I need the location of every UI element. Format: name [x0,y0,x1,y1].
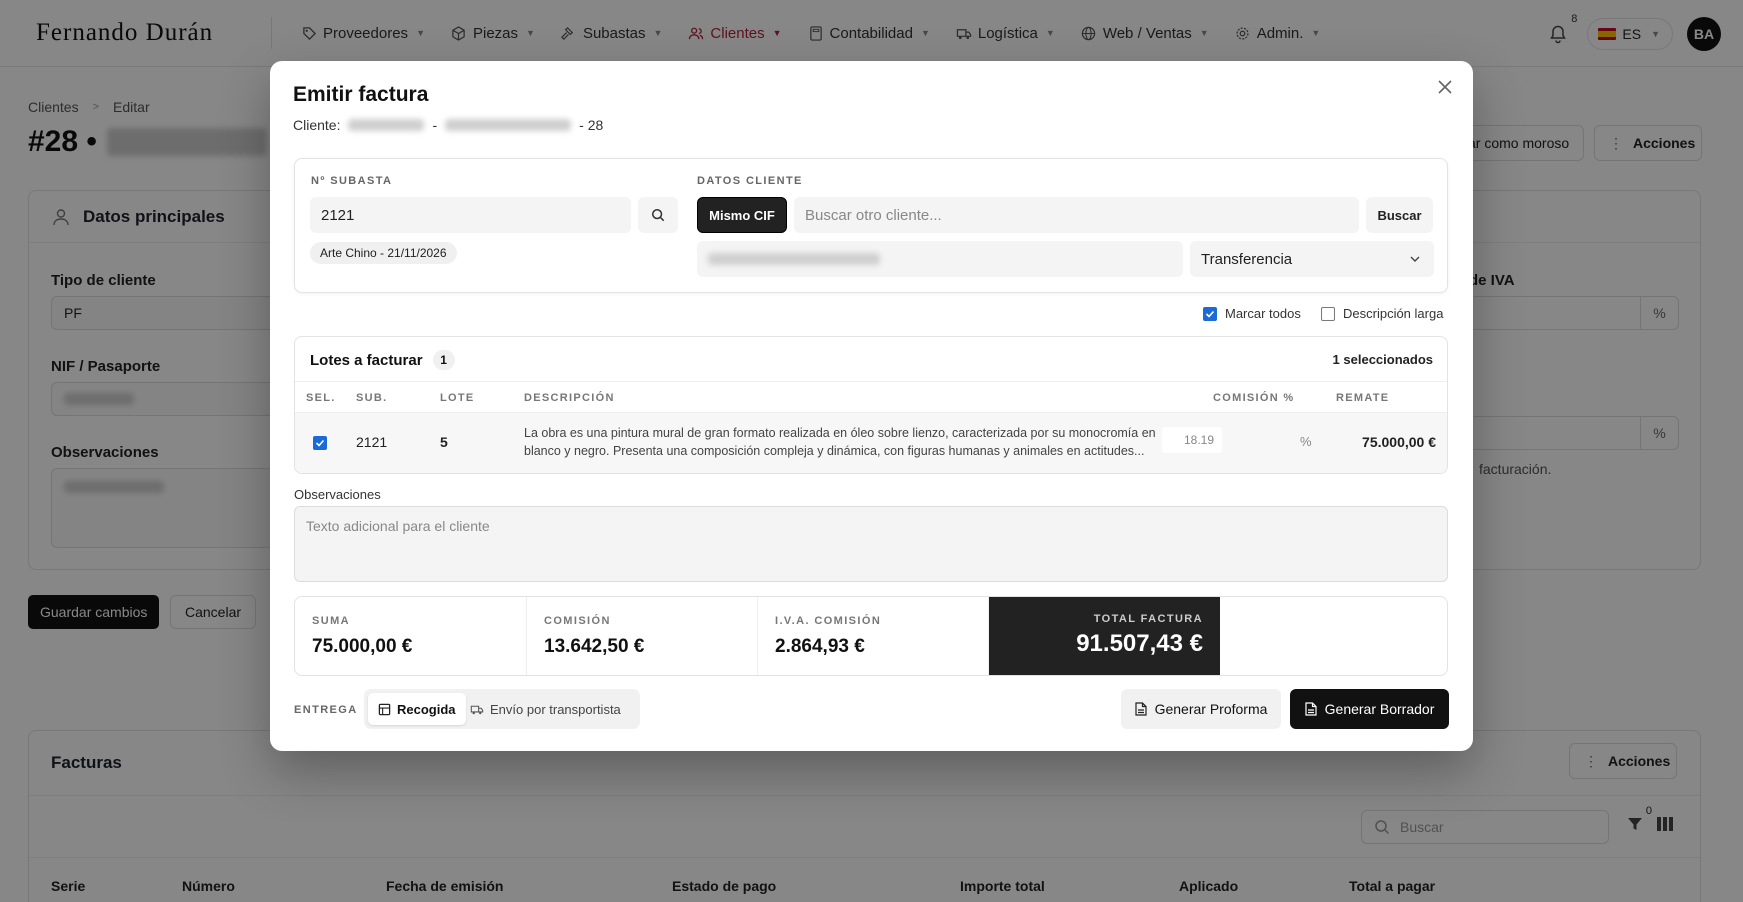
invoice-setup-panel: Nº SUBASTA 2121 Arte Chino - 21/11/2026 … [294,158,1448,293]
cliente-label: DATOS CLIENTE [697,175,803,187]
subasta-label: Nº SUBASTA [311,175,393,187]
table-row[interactable]: 2121 5 La obra es una pintura mural de g… [295,413,1447,473]
col-lote: LOTE [440,392,475,404]
commission-input[interactable]: 18.19 [1162,427,1222,453]
draft-label: Generar Borrador [1324,701,1435,717]
row-description: La obra es una pintura mural de gran for… [524,426,1156,458]
document-icon [1134,702,1147,716]
total-label: TOTAL FACTURA [1093,613,1203,625]
generate-proforma-button[interactable]: Generar Proforma [1121,689,1281,729]
lots-title: Lotes a facturar 1 [310,350,455,370]
client-dash: - [432,117,438,133]
long-description-toggle[interactable]: Descripción larga [1321,306,1443,321]
delivery-option-transportista[interactable]: Envío por transportista [460,693,631,725]
search-icon [651,208,665,222]
payment-method-select[interactable]: Transferencia [1190,241,1434,277]
proforma-label: Generar Proforma [1154,701,1268,717]
payment-method-value: Transferencia [1201,250,1293,268]
client-search-button[interactable]: Buscar [1366,197,1433,233]
row-lote: 5 [440,434,448,450]
total-iva: I.V.A. COMISIÓN 2.864,93 € [758,597,989,675]
col-sub: SUB. [356,392,388,404]
redacted-selected-client [708,253,880,265]
client-search-input[interactable]: Buscar otro cliente... [794,197,1359,233]
suma-value: 75.000,00 € [312,636,413,657]
close-icon [1438,80,1452,94]
row-sub: 2121 [356,434,388,450]
delivery-label: ENTREGA [294,704,358,716]
total-suma: SUMA 75.000,00 € [295,597,527,675]
pct-suffix: % [1300,434,1312,449]
mark-all-toggle[interactable]: Marcar todos [1203,306,1301,321]
checkbox-unchecked-icon[interactable] [1321,306,1335,321]
document-icon [1305,702,1317,716]
subasta-chip[interactable]: Arte Chino - 21/11/2026 [310,242,457,264]
transportista-label: Envío por transportista [490,701,621,717]
observations-textarea[interactable]: Texto adicional para el cliente [294,506,1448,582]
chevron-down-icon [1410,256,1420,262]
issue-invoice-modal: Emitir factura Cliente: - - 28 Nº SUBAST… [270,61,1473,751]
client-prefix: Cliente: [293,117,341,133]
lots-count-badge: 1 [432,350,455,370]
long-description-label: Descripción larga [1343,306,1444,321]
client-id: - 28 [579,117,604,133]
mark-all-label: Marcar todos [1225,306,1301,321]
recogida-label: Recogida [397,701,456,717]
iva-value: 2.864,93 € [775,636,865,657]
selected-count: 1 seleccionados [1332,352,1433,367]
truck-icon [470,705,484,714]
selected-client-field[interactable] [697,241,1183,277]
iva-label: I.V.A. COMISIÓN [775,615,882,627]
generate-draft-button[interactable]: Generar Borrador [1290,689,1449,729]
delivery-segmented-control: Recogida Envío por transportista [364,689,640,729]
modal-client-line: Cliente: - - 28 [293,117,603,133]
total-comision: COMISIÓN 13.642,50 € [527,597,758,675]
modal-title: Emitir factura [293,83,429,106]
total-value: 91.507,43 € [1076,630,1203,657]
col-descripcion: DESCRIPCIÓN [524,392,615,404]
lots-title-text: Lotes a facturar [310,351,423,369]
store-icon [378,703,391,715]
redacted-client-name [445,119,572,131]
same-cif-button[interactable]: Mismo CIF [697,197,787,233]
comision-label: COMISIÓN [544,615,611,627]
lots-table: Lotes a facturar 1 1 seleccionados SEL. … [294,336,1448,474]
col-sel: SEL. [306,392,336,404]
row-checkbox[interactable] [313,436,327,450]
col-comision: COMISIÓN % [1213,392,1295,404]
row-remate: 75.000,00 € [1362,434,1436,450]
close-button[interactable] [1433,75,1457,99]
observations-label: Observaciones [294,487,381,502]
total-factura: TOTAL FACTURA 91.507,43 € [989,597,1220,675]
comision-value: 13.642,50 € [544,636,645,657]
lots-table-header: SEL. SUB. LOTE DESCRIPCIÓN COMISIÓN % RE… [295,381,1447,413]
subasta-search-button[interactable] [638,197,678,233]
totals-bar: SUMA 75.000,00 € COMISIÓN 13.642,50 € I.… [294,596,1448,676]
subasta-input[interactable]: 2121 [310,197,631,233]
delivery-option-recogida[interactable]: Recogida [368,693,466,725]
checkbox-checked-icon[interactable] [1203,306,1217,321]
redacted-client-cif [348,119,425,131]
col-remate: REMATE [1336,392,1390,404]
suma-label: SUMA [312,615,350,627]
